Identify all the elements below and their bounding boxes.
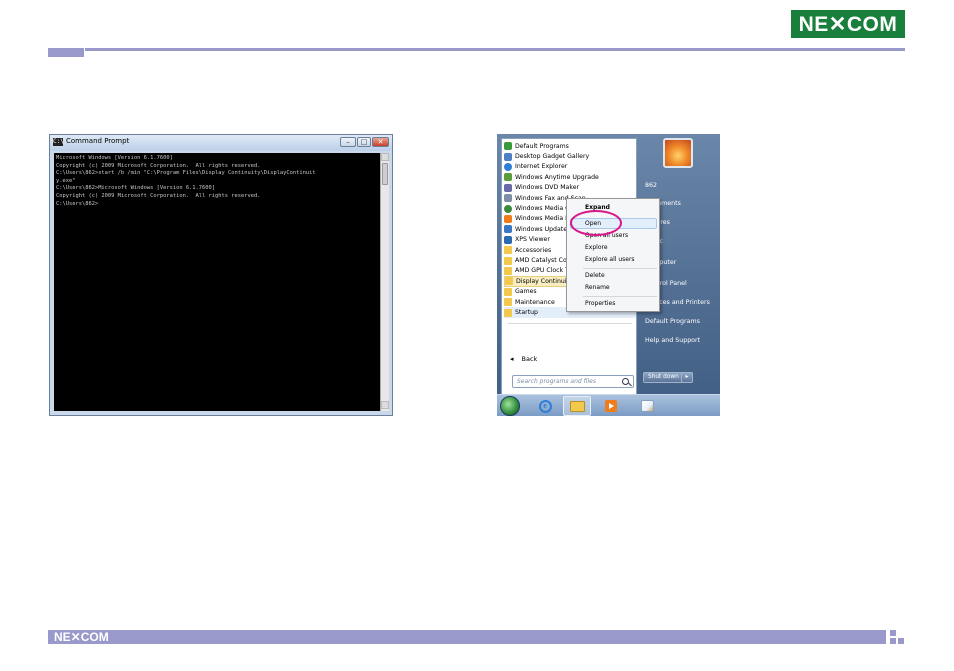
nexcom-logo: NE✕COM (791, 10, 905, 38)
program-label: Internet Explorer (515, 163, 568, 171)
windows-start-orb-icon[interactable] (500, 396, 520, 416)
right-item-user[interactable]: 862 (645, 182, 657, 189)
program-item[interactable]: Windows Anytime Upgrade (504, 172, 636, 182)
console-line: C:\Users\862>start /b /min "C:\Program F… (56, 170, 316, 177)
folder-icon (505, 277, 513, 286)
close-button[interactable]: ✕ (372, 137, 389, 147)
search-icon[interactable] (622, 378, 629, 385)
paint-icon (640, 400, 654, 412)
program-label: Windows DVD Maker (515, 184, 580, 192)
program-label: Display Continuity (516, 277, 573, 285)
program-item[interactable]: Default Programs (504, 141, 636, 151)
right-item-help-support[interactable]: Help and Support (645, 337, 700, 344)
taskbar-paint-button[interactable] (633, 396, 661, 416)
console-line: C:\Users\862> (56, 200, 99, 207)
back-label: Back (521, 355, 538, 363)
console-line: C:\Users\862>Microsoft Windows [Version … (56, 185, 216, 192)
scroll-up-arrow-icon[interactable] (381, 153, 389, 161)
logo-text: NE✕COM (798, 12, 898, 36)
folder-icon (504, 266, 512, 275)
program-item[interactable]: Internet Explorer (504, 162, 636, 172)
cmd-icon: C:\ (53, 138, 64, 146)
command-prompt-window[interactable]: C:\ Command Prompt – □ ✕ Microsoft Windo… (49, 134, 393, 416)
internet-explorer-icon: e (538, 399, 552, 413)
console-output[interactable]: Microsoft Windows [Version 6.1.7600] Cop… (54, 153, 380, 411)
folder-icon (504, 287, 512, 296)
taskbar-ie-button[interactable]: e (531, 396, 559, 416)
program-label: Default Programs (515, 142, 569, 150)
program-label: Windows Update (515, 225, 567, 233)
footer-logo: NE✕COM (54, 630, 109, 644)
windows-update-icon (504, 225, 512, 234)
program-label: Maintenance (515, 298, 555, 306)
user-avatar[interactable] (663, 138, 693, 168)
context-item-explore[interactable]: Explore (585, 244, 608, 251)
context-item-explore-all-users[interactable]: Explore all users (585, 256, 635, 263)
search-input[interactable]: Search programs and files (512, 375, 634, 388)
fax-scan-icon (504, 194, 512, 203)
footer-square (890, 638, 896, 644)
program-label: Games (515, 288, 537, 296)
program-item[interactable]: Windows DVD Maker (504, 183, 636, 193)
cmd-titlebar[interactable]: C:\ Command Prompt – □ ✕ (50, 135, 392, 151)
shutdown-options-arrow-icon[interactable]: ▸ (681, 372, 693, 383)
folder-icon (504, 256, 512, 265)
back-button[interactable]: ◂ Back (510, 355, 537, 363)
program-label: Startup (515, 309, 538, 317)
taskbar: e (497, 394, 720, 416)
divider (508, 323, 632, 324)
back-arrow-icon: ◂ (510, 355, 514, 363)
header-divider (85, 48, 905, 51)
context-item-delete[interactable]: Delete (585, 272, 605, 279)
highlight-circle-annotation (570, 210, 622, 236)
anytime-upgrade-icon (504, 173, 512, 182)
xps-viewer-icon (504, 235, 512, 244)
vertical-scrollbar[interactable] (380, 153, 389, 411)
folder-icon (569, 400, 585, 412)
console-line: Microsoft Windows [Version 6.1.7600] (56, 155, 173, 161)
console-line: Copyright (c) 2009 Microsoft Corporation… (56, 162, 261, 169)
taskbar-explorer-button[interactable] (563, 396, 591, 416)
taskbar-media-player-button[interactable] (597, 396, 625, 416)
minimize-button[interactable]: – (340, 137, 356, 147)
folder-icon (504, 246, 512, 255)
program-label: XPS Viewer (515, 236, 550, 244)
right-item-default-programs[interactable]: Default Programs (645, 318, 700, 325)
console-line: y.exe" (56, 177, 76, 184)
header-block (48, 48, 84, 57)
maximize-button[interactable]: □ (357, 137, 371, 147)
folder-icon (504, 308, 512, 317)
internet-explorer-icon (504, 162, 512, 171)
context-item-properties[interactable]: Properties (585, 300, 615, 307)
media-player-icon (605, 400, 617, 412)
cmd-title: Command Prompt (66, 137, 130, 145)
media-player-icon (504, 214, 512, 223)
program-label: Windows Anytime Upgrade (515, 173, 599, 181)
program-label: Accessories (515, 246, 552, 254)
gadget-gallery-icon (504, 152, 512, 161)
console-line: Copyright (c) 2009 Microsoft Corporation… (56, 192, 261, 199)
scroll-down-arrow-icon[interactable] (381, 401, 389, 409)
program-label: Desktop Gadget Gallery (515, 153, 590, 161)
scroll-thumb[interactable] (382, 163, 388, 185)
folder-icon (504, 298, 512, 307)
context-item-rename[interactable]: Rename (585, 284, 610, 291)
program-item[interactable]: Desktop Gadget Gallery (504, 151, 636, 161)
footer-square (898, 638, 904, 644)
default-programs-icon (504, 142, 512, 151)
footer-bar (48, 630, 886, 644)
footer-square (890, 630, 896, 636)
media-center-icon (504, 204, 512, 213)
dvd-maker-icon (504, 183, 512, 192)
context-separator (583, 296, 657, 297)
context-separator (583, 268, 657, 269)
search-placeholder: Search programs and files (517, 378, 596, 385)
